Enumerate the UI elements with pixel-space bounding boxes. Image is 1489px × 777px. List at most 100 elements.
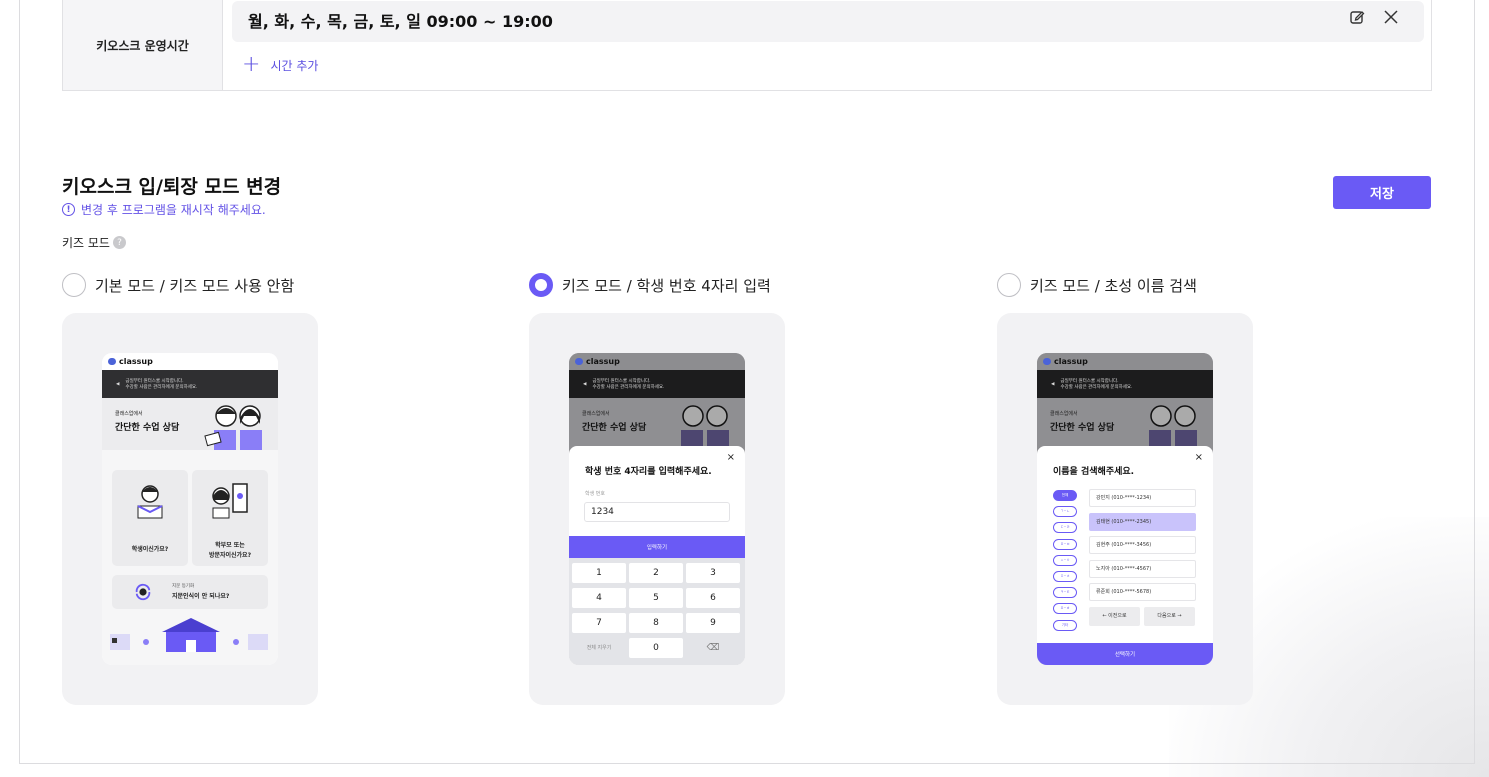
close-icon[interactable]: × <box>1195 452 1203 463</box>
hero-big: 간단한 수업 상담 <box>115 423 180 433</box>
option-name-search-mode[interactable]: 키즈 모드 / 초성 이름 검색 <box>997 273 1197 297</box>
key-5[interactable]: 5 <box>629 588 683 608</box>
radio-name-search-mode[interactable] <box>997 273 1021 297</box>
classup-logo-icon <box>575 358 583 365</box>
key-6[interactable]: 6 <box>686 588 740 608</box>
kiosk-preview-student-number: classup ◀ 금일부터 원터스쿨 시작합니다. 수강할 사람은 관리자에게 문… <box>569 353 745 665</box>
brand-name: classup <box>586 357 620 366</box>
key-7[interactable]: 7 <box>572 613 626 633</box>
key-clear-all[interactable]: 전체 지우기 <box>572 638 626 658</box>
key-3[interactable]: 3 <box>686 563 740 583</box>
info-icon: ! <box>62 203 75 216</box>
radio-basic-mode[interactable] <box>62 273 86 297</box>
parent-icon <box>212 483 248 519</box>
name-row[interactable]: 김현주 (010-****-3456) <box>1089 536 1196 555</box>
chip-initial[interactable]: ㅅ~ㅇ <box>1053 554 1077 566</box>
tile-parent-line-1: 학부모 또는 <box>215 542 245 549</box>
kiosk-preview-name-search: classup ◀ 금일부터 원터스쿨 시작합니다. 수강할 사람은 관리자에게 문… <box>1037 353 1213 665</box>
key-0[interactable]: 0 <box>629 638 683 658</box>
add-time-label: 시간 추가 <box>270 58 319 73</box>
banner-line-2: 수강할 사람은 관리자에게 문의하세요. <box>592 385 665 390</box>
notice-banner: ◀ 금일부터 원터스쿨 시작합니다. 수강할 사람은 관리자에게 문의하세요. <box>1037 370 1213 398</box>
kids-mode-label: 키즈 모드 ? <box>62 234 126 251</box>
number-submit-button[interactable]: 입력하기 <box>569 536 745 558</box>
hero: 클래스업에서 간단한 수업 상담 <box>102 398 278 450</box>
hero-big: 간단한 수업 상담 <box>1050 423 1115 433</box>
schedule-row: 월, 화, 수, 목, 금, 토, 일 09:00 ~ 19:00 <box>232 1 1424 42</box>
chip-initial[interactable]: ㅁ~ㅂ <box>1053 538 1077 550</box>
key-4[interactable]: 4 <box>572 588 626 608</box>
pager: ← 이전으로 다음으로 → <box>1089 607 1195 626</box>
name-row[interactable]: 강민지 (010-****-1234) <box>1089 489 1196 507</box>
chip-initial[interactable]: ㅋ~ㅌ <box>1053 587 1077 599</box>
chip-initial[interactable]: ㄷ~ㄹ <box>1053 522 1077 534</box>
people-illustration-icon <box>1149 405 1197 450</box>
chip-initial[interactable]: ㄱ~ㄴ <box>1053 506 1077 518</box>
number-field-label: 학생 번호 <box>585 491 605 497</box>
name-row[interactable]: 노지아 (010-****-4567) <box>1089 559 1196 578</box>
tile-fingerprint-small: 지문 등기화 <box>172 584 195 589</box>
chip-initial[interactable]: ㅈ~ㅊ <box>1053 570 1077 582</box>
sync-icon <box>135 583 151 601</box>
close-icon[interactable]: × <box>727 452 735 463</box>
name-row[interactable]: 김태현 (010-****-2345) <box>1089 512 1196 531</box>
notice-banner: ◀ 금일부터 원터스쿨 시작합니다. 수강할 사람은 관리자에게 문의하세요. <box>102 370 278 398</box>
hero-small: 클래스업에서 <box>1050 411 1078 417</box>
operating-hours-table: 키오스크 운영시간 월, 화, 수, 목, 금, 토, 일 09:00 ~ 19… <box>62 0 1432 91</box>
save-button[interactable]: 저장 <box>1333 176 1431 209</box>
brand-bar: classup <box>569 353 745 370</box>
hero-small: 클래스업에서 <box>582 411 610 417</box>
restart-notice: ! 변경 후 프로그램을 재시작 해주세요. <box>62 201 266 218</box>
banner-line-2: 수강할 사람은 관리자에게 문의하세요. <box>1060 385 1133 390</box>
preview-card-name-search[interactable]: classup ◀ 금일부터 원터스쿨 시작합니다. 수강할 사람은 관리자에게 문… <box>997 313 1253 705</box>
notice-text: 변경 후 프로그램을 재시작 해주세요. <box>81 203 266 217</box>
key-9[interactable]: 9 <box>686 613 740 633</box>
speaker-icon: ◀ <box>583 381 587 387</box>
number-field[interactable]: 1234 <box>584 502 730 522</box>
help-icon[interactable]: ? <box>112 236 126 249</box>
hero-small: 클래스업에서 <box>115 411 143 417</box>
people-illustration-icon <box>204 405 262 450</box>
people-illustration-icon <box>681 405 729 450</box>
key-8[interactable]: 8 <box>629 613 683 633</box>
hero-big: 간단한 수업 상담 <box>582 423 647 433</box>
radio-student-number-mode[interactable] <box>529 273 553 297</box>
section-title: 키오스크 입/퇴장 모드 변경 <box>62 176 282 198</box>
option-basic-mode[interactable]: 기본 모드 / 키즈 모드 사용 안함 <box>62 273 294 297</box>
tile-fingerprint: 지문 등기화 지문인식이 안 되나요? <box>112 575 268 609</box>
backspace-icon[interactable]: ⌫ <box>686 638 740 658</box>
chip-all[interactable]: 전체 <box>1053 490 1077 501</box>
hero: 클래스업에서 간단한 수업 상담 <box>1037 398 1213 450</box>
option-student-number-mode[interactable]: 키즈 모드 / 학생 번호 4자리 입력 <box>529 273 771 297</box>
keypad: 1 2 3 4 5 6 7 8 9 전체 지우기 0 ⌫ <box>569 558 745 665</box>
close-icon[interactable] <box>1382 8 1400 26</box>
name-row[interactable]: 류준희 (010-****-5678) <box>1089 583 1196 602</box>
plus-icon: + <box>242 52 261 77</box>
preview-card-basic[interactable]: classup ◀ 금일부터 원터스쿨 시작합니다. 수강할 사람은 관리자에게 문… <box>62 313 318 705</box>
name-list: 강민지 (010-****-1234) 김태현 (010-****-2345) … <box>1089 489 1196 607</box>
hero: 클래스업에서 간단한 수업 상담 <box>569 398 745 450</box>
name-search-sheet: × 이름을 검색해주세요. 전체 ㄱ~ㄴ ㄷ~ㄹ ㅁ~ㅂ ㅅ~ㅇ ㅈ~ㅊ ㅋ~ㅌ… <box>1037 446 1213 665</box>
brand-bar: classup <box>102 353 278 370</box>
next-button[interactable]: 다음으로 → <box>1144 607 1195 626</box>
select-button[interactable]: 선택하기 <box>1037 643 1213 665</box>
prev-button[interactable]: ← 이전으로 <box>1089 607 1140 626</box>
speaker-icon: ◀ <box>1051 381 1055 387</box>
option-basic-label: 기본 모드 / 키즈 모드 사용 안함 <box>95 276 295 295</box>
kiosk-preview-basic: classup ◀ 금일부터 원터스쿨 시작합니다. 수강할 사람은 관리자에게 문… <box>102 353 278 665</box>
number-sheet-title: 학생 번호 4자리를 입력해주세요. <box>585 467 712 477</box>
brand-name: classup <box>119 357 153 366</box>
search-sheet-title: 이름을 검색해주세요. <box>1053 467 1135 477</box>
preview-card-student-number[interactable]: classup ◀ 금일부터 원터스쿨 시작합니다. 수강할 사람은 관리자에게 문… <box>529 313 785 705</box>
number-input-sheet: × 학생 번호 4자리를 입력해주세요. 학생 번호 1234 입력하기 1 2… <box>569 446 745 665</box>
tile-parent-line-2: 방문자이신가요? <box>208 552 252 559</box>
add-time-button[interactable]: + 시간 추가 <box>242 52 319 77</box>
brand-name: classup <box>1054 357 1088 366</box>
edit-icon[interactable] <box>1348 8 1366 26</box>
chip-other[interactable]: 기타 <box>1053 619 1077 631</box>
classup-logo-icon <box>1043 358 1051 365</box>
key-2[interactable]: 2 <box>629 563 683 583</box>
chip-initial[interactable]: ㅍ~ㅎ <box>1053 603 1077 615</box>
option-name-search-label: 키즈 모드 / 초성 이름 검색 <box>1030 276 1197 295</box>
key-1[interactable]: 1 <box>572 563 626 583</box>
